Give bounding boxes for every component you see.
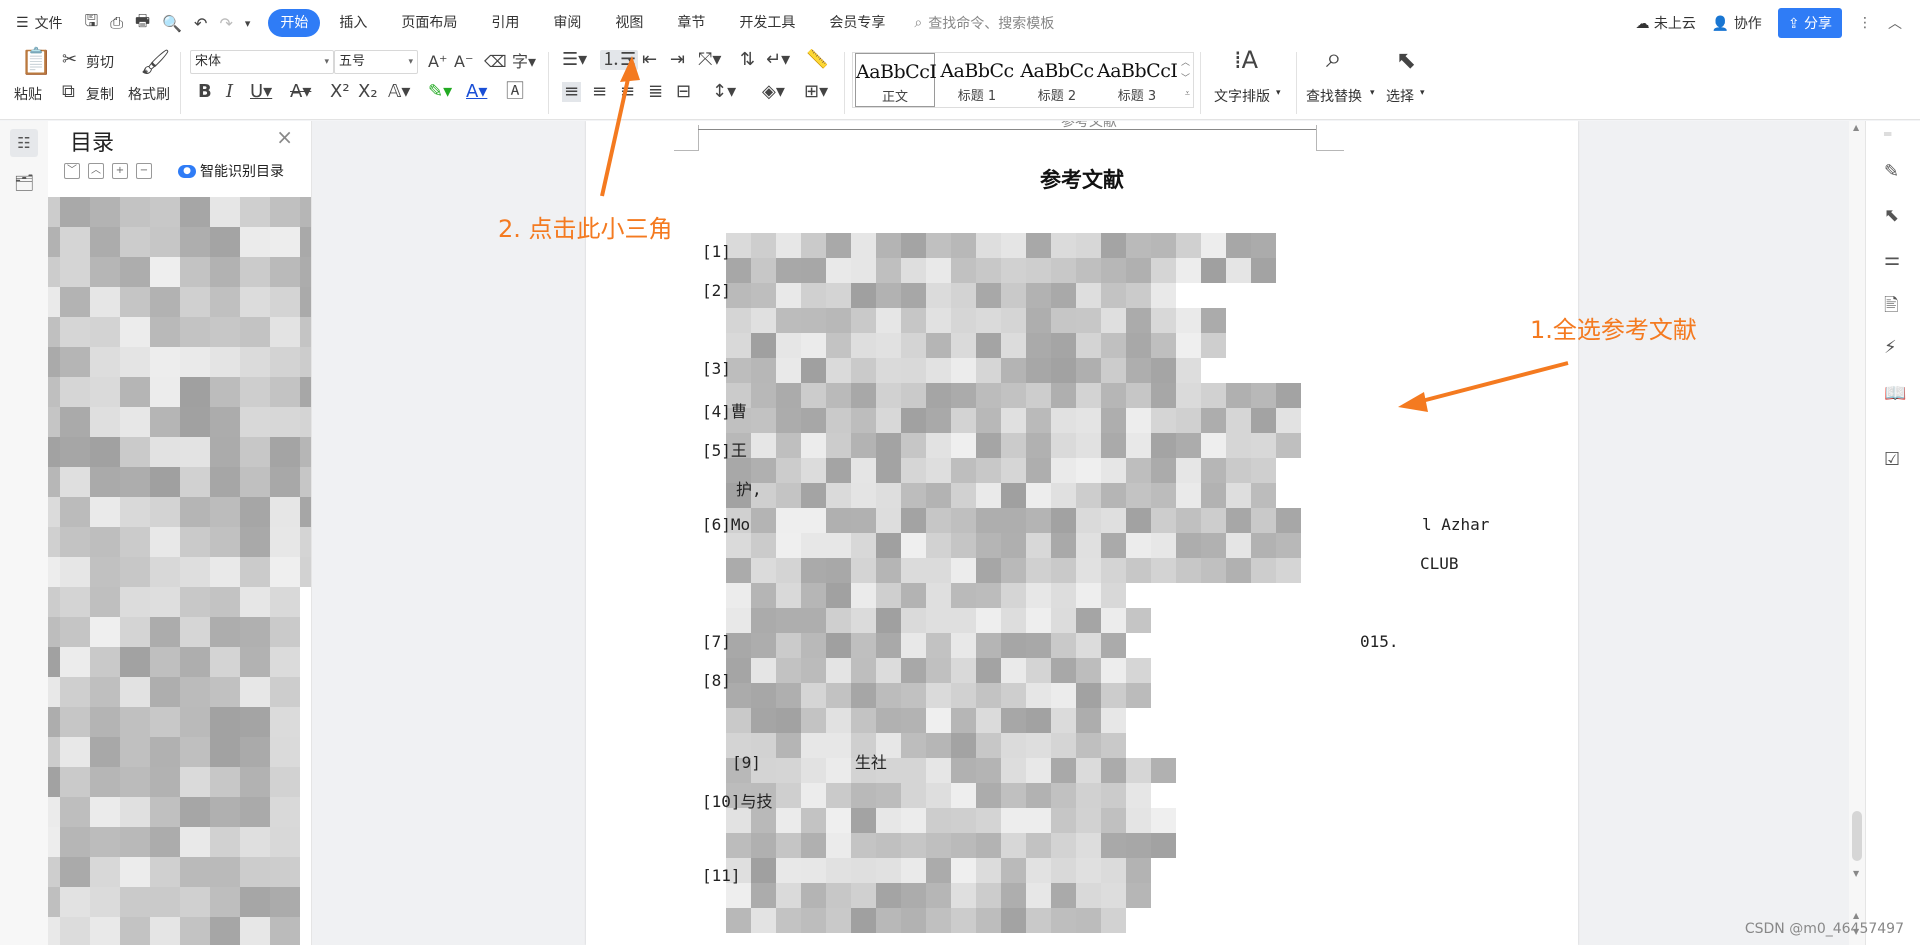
annotation-step2: 2. 点击此小三角 xyxy=(498,215,673,243)
arrow-step2-head xyxy=(620,56,640,82)
annotation-arrows xyxy=(600,56,1569,412)
annotation-step1: 1.全选参考文献 xyxy=(1530,316,1697,344)
arrow-step2-line xyxy=(600,69,632,197)
watermark: CSDN @m0_46457497 xyxy=(1744,921,1904,937)
arrow-step1-line xyxy=(1417,361,1569,404)
arrow-step1-head xyxy=(1398,392,1428,412)
